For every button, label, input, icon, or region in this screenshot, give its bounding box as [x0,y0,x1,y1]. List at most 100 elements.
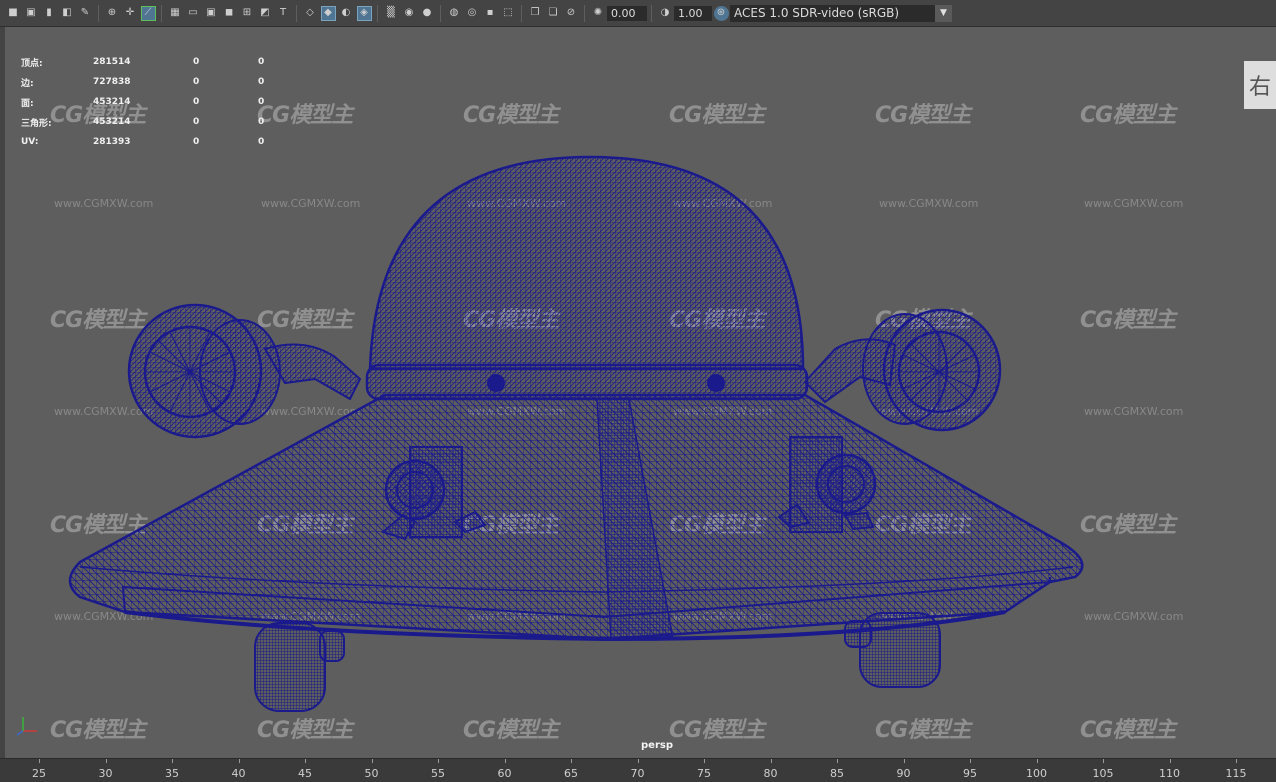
exposure-icon[interactable]: ✺ [591,6,606,21]
timeline-frame-label: 45 [298,767,312,780]
hud-sel: 0 [193,117,200,127]
wheel-left [254,622,345,712]
ambient-occlusion-icon[interactable]: ● [420,6,435,21]
hud-comp: 0 [258,57,265,67]
view-cube-right-label[interactable]: 右 [1244,61,1276,109]
hud-comp: 0 [258,77,265,87]
hud-total: 281514 [93,57,131,67]
poly-count-hud: 顶点: 281514 0 0 边: 727838 0 0 面: 453214 0 0 三角形: 45321… [21,52,264,152]
safe-title-icon[interactable]: T [276,6,291,21]
bookmark-icon[interactable]: ▮ [42,6,57,21]
antialias-icon[interactable]: ◎ [465,6,480,21]
hud-row: 边: 727838 0 0 [21,72,264,92]
image-plane-icon[interactable]: ◧ [60,6,75,21]
gamma-icon[interactable]: ◑ [658,6,673,21]
exposure-input[interactable]: 0.00 [607,5,647,21]
timeline-frame-label: 55 [431,767,445,780]
resolution-gate-icon[interactable]: ▣ [204,6,219,21]
pivot-icon[interactable]: ✛ [123,6,138,21]
chevron-down-icon[interactable]: ▼ [935,4,952,22]
camera-attributes-icon[interactable]: ▣ [24,6,39,21]
timeline-frame-label: 35 [165,767,179,780]
timeline-frame-label: 90 [896,767,911,780]
safe-action-icon[interactable]: ◩ [258,6,273,21]
hud-comp: 0 [258,137,265,147]
depth-of-field-icon[interactable]: ▪ [483,6,498,21]
hud-label: 顶点: [21,58,43,69]
timeline-tick-mark [704,759,705,763]
timeline-frame-label: 95 [963,767,977,780]
hud-total: 453214 [93,97,131,107]
xray-active-icon[interactable]: ❏ [546,6,561,21]
toolbar-separator [377,4,378,22]
timeline-tick-mark [770,759,772,763]
hud-sel: 0 [193,77,200,87]
xray-icon[interactable]: ❐ [528,6,543,21]
viewport-panel[interactable]: CG模型主 CG模型主 CG模型主 CG模型主 CG模型主 CG模型主 CG模型主 CG模型主… [5,27,1276,758]
jet-engine-left [127,303,362,439]
hud-total: 281393 [93,137,131,147]
timeline-tick-mark [438,759,439,763]
xray-joints-icon[interactable]: ◈ [356,5,372,21]
wireframe-toggle-icon[interactable]: ⟋ [140,5,156,21]
hud-row: UV: 281393 0 0 [21,132,264,152]
timeline-frame-label: 80 [763,767,778,780]
timeline-tick-mark [1036,759,1038,763]
grease-pencil-icon[interactable]: ✎ [78,6,93,21]
hud-label: UV: [21,137,39,147]
timeline-tick-mark [105,759,107,763]
timeline-tick-mark [571,759,572,763]
camera-name-label: persp [641,740,673,751]
timeline-tick-mark [1169,759,1171,763]
color-management-icon[interactable]: ⊛ [713,5,729,21]
gate-mask-icon[interactable]: ◼ [222,6,237,21]
colorspace-value: ACES 1.0 SDR-video (sRGB) [734,6,900,20]
field-chart-icon[interactable]: ⊞ [240,6,255,21]
camera-icon[interactable]: ■ [6,6,21,21]
toolbar-separator [161,4,162,22]
hud-label: 面: [21,98,34,109]
hud-row: 面: 453214 0 0 [21,92,264,112]
isolate-select-icon[interactable]: ⬚ [501,6,516,21]
time-slider[interactable]: 25 30 35 40 45 50 55 60 65 70 75 80 85 90 95 100 105 110 1… [0,758,1276,782]
hud-comp: 0 [258,117,265,127]
timeline-tick-mark [305,759,306,763]
hud-sel: 0 [193,137,200,147]
hud-sel: 0 [193,97,200,107]
timeline-tick-mark [371,759,373,763]
timeline-tick-mark [504,759,506,763]
toolbar-separator [296,4,297,22]
backface-icon[interactable]: ⊘ [564,6,579,21]
timeline-frame-label: 115 [1225,767,1247,780]
hud-label: 边: [21,78,34,89]
timeline-frame-label: 65 [564,767,578,780]
film-gate-icon[interactable]: ▭ [186,6,201,21]
timeline-tick-mark [903,759,905,763]
smooth-shade-icon[interactable]: ◆ [320,5,336,21]
timeline-tick-mark [637,759,639,763]
toolbar-separator [651,4,652,22]
grid-icon[interactable]: ▦ [168,6,183,21]
timeline-tick-mark [172,759,173,763]
textured-icon[interactable]: ◐ [339,6,354,21]
ufo-dome [365,155,809,401]
timeline-frame-label: 105 [1092,767,1114,780]
timeline-tick-mark [1103,759,1104,763]
timeline-frame-label: 75 [697,767,711,780]
hud-comp: 0 [258,97,265,107]
toolbar-separator [584,4,585,22]
hud-total: 727838 [93,77,131,87]
hud-label: 三角形: [21,118,52,129]
gamma-input[interactable]: 1.00 [674,5,712,21]
viewport-toolbar: ■ ▣ ▮ ◧ ✎ ⊕ ✛ ⟋ ▦ ▭ ▣ ◼ ⊞ ◩ T ◇ ◆ ◐ ◈ ▒ ◉ ● ◍ ◎ ▪ ⬚ ❐ ❏ ⊘ ✺ 0.00 ◑ 1.00 ⊛… [0,0,1276,27]
lights-icon[interactable]: ▒ [384,6,399,21]
colorspace-dropdown[interactable]: ACES 1.0 SDR-video (sRGB) ▼ [730,4,952,22]
frame-all-icon[interactable]: ⊕ [105,6,120,21]
motion-blur-icon[interactable]: ◍ [447,6,462,21]
shadows-icon[interactable]: ◉ [402,6,417,21]
axis-gizmo-icon [16,717,37,736]
timeline-frame-label: 40 [231,767,246,780]
timeline-frame-label: 100 [1026,767,1047,780]
wireframe-shade-icon[interactable]: ◇ [303,6,318,21]
timeline-tick-mark [39,759,40,763]
